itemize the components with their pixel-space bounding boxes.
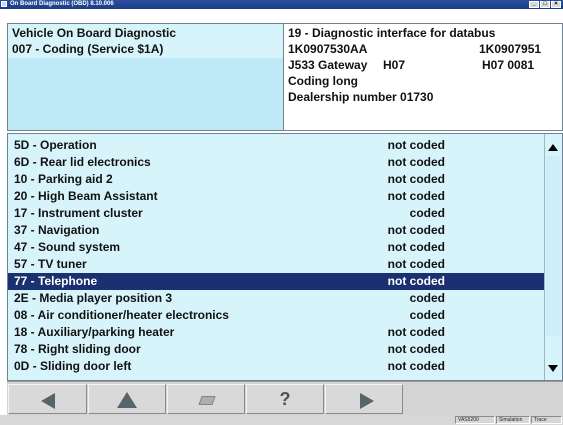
printer-icon	[198, 396, 216, 405]
coding-status: not coded	[387, 240, 445, 254]
forward-button[interactable]	[325, 384, 403, 414]
scroll-thumb[interactable]	[546, 156, 561, 336]
coding-status: not coded	[387, 155, 445, 169]
module-name: 0D - Sliding door left	[14, 359, 132, 373]
help-button[interactable]: ?	[246, 384, 324, 414]
status-bar: VAS5200 Simulation Trace	[0, 415, 563, 425]
module-name: 57 - TV tuner	[14, 257, 87, 271]
status-trace: Trace	[531, 416, 562, 424]
module-name: 77 - Telephone	[14, 274, 98, 288]
version-right: H07 0081	[482, 58, 535, 72]
coding-status: not coded	[387, 189, 445, 203]
arrow-left-icon	[41, 393, 55, 409]
scroll-up-icon[interactable]	[548, 144, 558, 151]
maximize-button[interactable]: □	[540, 1, 550, 8]
coding-status: not coded	[387, 274, 445, 288]
module-name: 10 - Parking aid 2	[14, 172, 113, 186]
component-name: J533 Gateway	[288, 58, 368, 72]
header-left-panel: Vehicle On Board Diagnostic 007 - Coding…	[7, 23, 284, 131]
module-row[interactable]: 17 - Instrument cluster coded	[8, 205, 544, 222]
module-row[interactable]: 08 - Air conditioner/heater electronics c…	[8, 307, 544, 324]
status-mode: Simulation	[496, 416, 530, 424]
module-name: 78 - Right sliding door	[14, 342, 141, 356]
module-row[interactable]: 0D - Sliding door left not coded	[8, 358, 544, 375]
arrow-up-icon	[117, 392, 137, 408]
up-button[interactable]	[88, 384, 166, 414]
module-row[interactable]: 10 - Parking aid 2 not coded	[8, 171, 544, 188]
header-right-panel: 19 - Diagnostic interface for databus 1K…	[284, 23, 563, 131]
module-row[interactable]: 5D - Operation not coded	[8, 137, 544, 154]
module-name: 08 - Air conditioner/heater electronics	[14, 308, 229, 322]
window-controls: _ □ ×	[529, 1, 561, 8]
part-number: 1K0907530AA	[288, 42, 368, 56]
title-bar: On Board Diagnostic (OBD) 8.10.006 _ □ ×	[0, 0, 563, 9]
coding-info-area	[8, 58, 283, 130]
dealership-number: Dealership number 01730	[288, 90, 434, 104]
module-name: 18 - Auxiliary/parking heater	[14, 325, 175, 339]
app-icon	[1, 1, 7, 7]
coding-status: not coded	[387, 359, 445, 373]
coding-status: not coded	[387, 138, 445, 152]
navigation-toolbar: ?	[7, 381, 563, 415]
module-row[interactable]: 6D - Rear lid electronics not coded	[8, 154, 544, 171]
minimize-button[interactable]: _	[529, 1, 539, 8]
coding-status: not coded	[387, 172, 445, 186]
module-name: 6D - Rear lid electronics	[14, 155, 151, 169]
function-title: 007 - Coding (Service $1A)	[12, 42, 164, 56]
coding-status: coded	[409, 291, 445, 305]
status-device: VAS5200	[455, 416, 495, 424]
module-row[interactable]: 37 - Navigation not coded	[8, 222, 544, 239]
vertical-scrollbar[interactable]	[544, 134, 562, 380]
coding-status: coded	[409, 206, 445, 220]
coding-status: not coded	[387, 223, 445, 237]
module-list[interactable]: 5D - Operation not coded 6D - Rear lid ele…	[7, 133, 563, 381]
question-icon: ?	[279, 389, 291, 409]
scroll-down-icon[interactable]	[548, 365, 558, 372]
module-row[interactable]: 57 - TV tuner not coded	[8, 256, 544, 273]
coding-status: not coded	[387, 342, 445, 356]
coding-status: not coded	[387, 257, 445, 271]
module-name: 17 - Instrument cluster	[14, 206, 143, 220]
module-row[interactable]: 18 - Auxiliary/parking heater not coded	[8, 324, 544, 341]
close-button[interactable]: ×	[551, 1, 561, 8]
module-row[interactable]: 2E - Media player position 3 coded	[8, 290, 544, 307]
module-name: 20 - High Beam Assistant	[14, 189, 158, 203]
component-version: H07	[383, 58, 406, 72]
module-name: 2E - Media player position 3	[14, 291, 173, 305]
module-name: 47 - Sound system	[14, 240, 121, 254]
coding-status: coded	[409, 308, 445, 322]
module-name: 5D - Operation	[14, 138, 97, 152]
control-unit-title: 19 - Diagnostic interface for databus	[288, 26, 496, 40]
coding-status: not coded	[387, 325, 445, 339]
coding-type: Coding long	[288, 74, 358, 88]
module-row[interactable]: 47 - Sound system not coded	[8, 239, 544, 256]
module-row[interactable]: 78 - Right sliding door not coded	[8, 341, 544, 358]
app-heading: Vehicle On Board Diagnostic	[12, 26, 177, 40]
part-number-right: 1K0907951	[479, 42, 542, 56]
print-button[interactable]	[167, 384, 245, 414]
module-row[interactable]: 20 - High Beam Assistant not coded	[8, 188, 544, 205]
window-title: On Board Diagnostic (OBD) 8.10.006	[10, 1, 114, 7]
module-row-selected[interactable]: 77 - Telephone not coded	[8, 273, 544, 290]
back-button[interactable]	[8, 384, 87, 414]
arrow-right-icon	[360, 393, 374, 409]
module-name: 37 - Navigation	[14, 223, 100, 237]
